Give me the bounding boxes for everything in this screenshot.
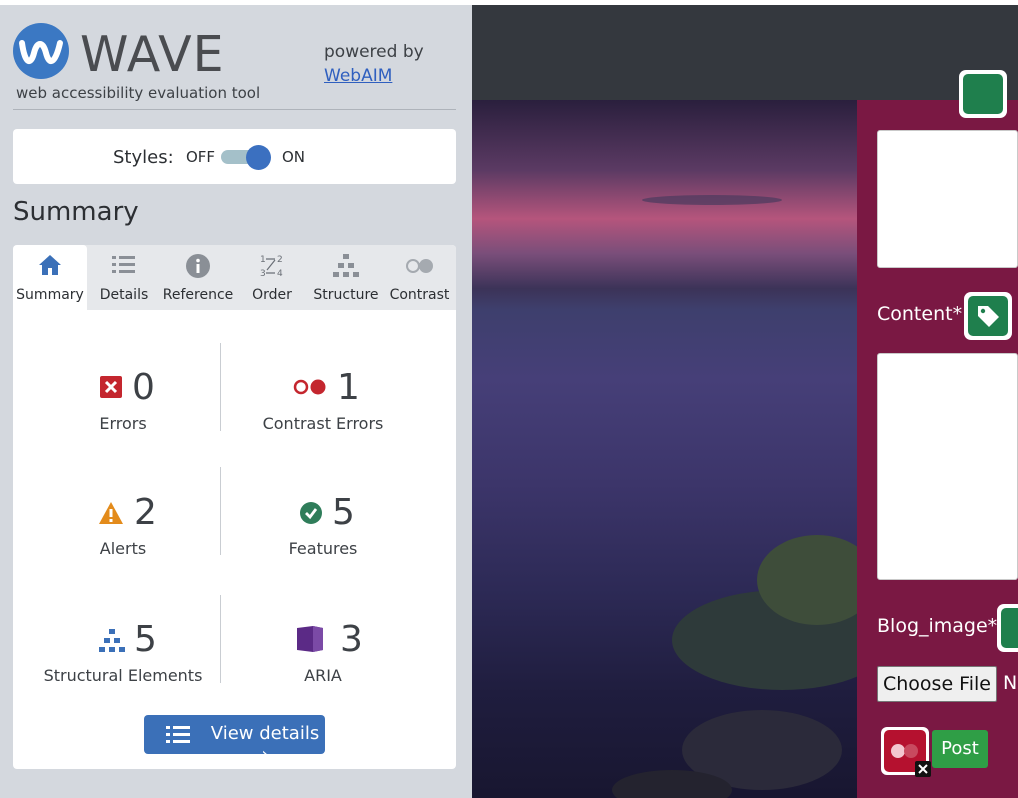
contrast-error-marker-icon[interactable] <box>881 727 931 777</box>
tab-reference[interactable]: Reference <box>161 245 235 310</box>
webaim-link[interactable]: WebAIM <box>324 66 392 86</box>
tab-label: Reference <box>162 287 234 303</box>
contrast-errors-count: 1 <box>337 367 360 408</box>
summary-panel: Summary Details Reference 1 2 3 4 Order Str… <box>13 245 456 769</box>
contrast-errors-label: Contrast Errors <box>262 414 384 433</box>
tab-label: Summary <box>16 287 84 303</box>
no-file-chosen-text: N <box>1003 672 1018 694</box>
alert-icon <box>98 501 124 529</box>
errors-count: 0 <box>132 367 155 408</box>
toggle-knob <box>246 145 271 170</box>
stat-errors[interactable]: 0 Errors <box>23 367 223 434</box>
background-photo <box>472 100 857 798</box>
svg-text:1: 1 <box>260 255 266 265</box>
title-textarea[interactable] <box>877 130 1018 268</box>
wave-sidebar: WAVE web accessibility evaluation tool p… <box>0 5 472 798</box>
stat-alerts[interactable]: 2 Alerts <box>23 493 223 558</box>
list-icon <box>166 725 190 750</box>
aria-label: ARIA <box>304 666 342 685</box>
svg-text:4: 4 <box>277 269 283 279</box>
aria-count: 3 <box>340 619 363 660</box>
home-icon <box>13 253 87 279</box>
styles-label: Styles: <box>113 147 174 168</box>
tab-contrast[interactable]: Contrast <box>383 245 456 310</box>
structural-elements-count: 5 <box>134 619 157 660</box>
error-icon <box>100 376 122 402</box>
info-icon <box>161 253 235 279</box>
svg-text:3: 3 <box>260 269 266 279</box>
wave-title: WAVE <box>80 26 225 83</box>
feature-icon <box>299 501 323 529</box>
features-label: Features <box>288 539 358 558</box>
structural-elements-label: Structural Elements <box>43 666 203 685</box>
stat-contrast-errors[interactable]: 1 Contrast Errors <box>223 367 423 434</box>
view-details-label: View details › <box>210 723 320 765</box>
styles-toggle-switch[interactable] <box>221 145 271 170</box>
content-textarea[interactable] <box>877 353 1018 580</box>
choose-file-button[interactable]: Choose File <box>877 666 997 702</box>
order-icon: 1 2 3 4 <box>235 253 309 279</box>
contrast-error-icon <box>293 378 327 400</box>
alerts-count: 2 <box>134 492 157 533</box>
tab-details[interactable]: Details <box>87 245 161 310</box>
styles-on-label: ON <box>282 148 306 166</box>
blog-form-panel: Content* Blog_image* Choose File N Post <box>857 70 1018 798</box>
alerts-label: Alerts <box>99 539 147 558</box>
label-tag-icon[interactable] <box>997 604 1018 652</box>
blog-image-label: Blog_image* <box>877 615 998 637</box>
summary-heading: Summary <box>13 197 139 227</box>
aria-icon <box>295 624 325 658</box>
tab-label: Structure <box>313 287 379 303</box>
tab-label: Details <box>99 287 149 303</box>
label-tag-icon[interactable] <box>964 292 1012 340</box>
styles-toggle-box: Styles: OFF ON <box>13 129 456 184</box>
wave-tagline: web accessibility evaluation tool <box>16 84 261 102</box>
stat-features[interactable]: 5 Features <box>223 492 423 559</box>
post-button[interactable]: Post <box>932 730 988 768</box>
wave-header: WAVE web accessibility evaluation tool p… <box>13 23 456 110</box>
styles-off-label: OFF <box>186 148 216 166</box>
stat-structural-elements[interactable]: 5 Structural Elements <box>23 619 223 686</box>
tab-label: Order <box>252 287 292 303</box>
structural-element-icon <box>98 628 126 658</box>
page-top-navbar <box>472 5 1018 100</box>
contrast-icon <box>383 253 456 279</box>
svg-text:2: 2 <box>277 255 283 265</box>
label-tag-icon[interactable] <box>959 70 1007 118</box>
tab-bar: Summary Details Reference 1 2 3 4 Order Str… <box>13 245 456 310</box>
list-icon <box>87 253 161 279</box>
tab-summary[interactable]: Summary <box>13 245 87 310</box>
content-label: Content* <box>877 303 963 325</box>
tab-order[interactable]: 1 2 3 4 Order <box>235 245 309 310</box>
errors-label: Errors <box>99 414 147 433</box>
tab-structure[interactable]: Structure <box>309 245 383 310</box>
wave-logo-icon <box>13 23 69 79</box>
stat-aria[interactable]: 3 ARIA <box>223 620 423 685</box>
tab-label: Contrast <box>389 287 450 303</box>
structure-icon <box>309 253 383 279</box>
view-details-button[interactable]: View details › <box>144 715 325 765</box>
features-count: 5 <box>332 492 355 533</box>
powered-by-text: powered by <box>324 42 424 62</box>
